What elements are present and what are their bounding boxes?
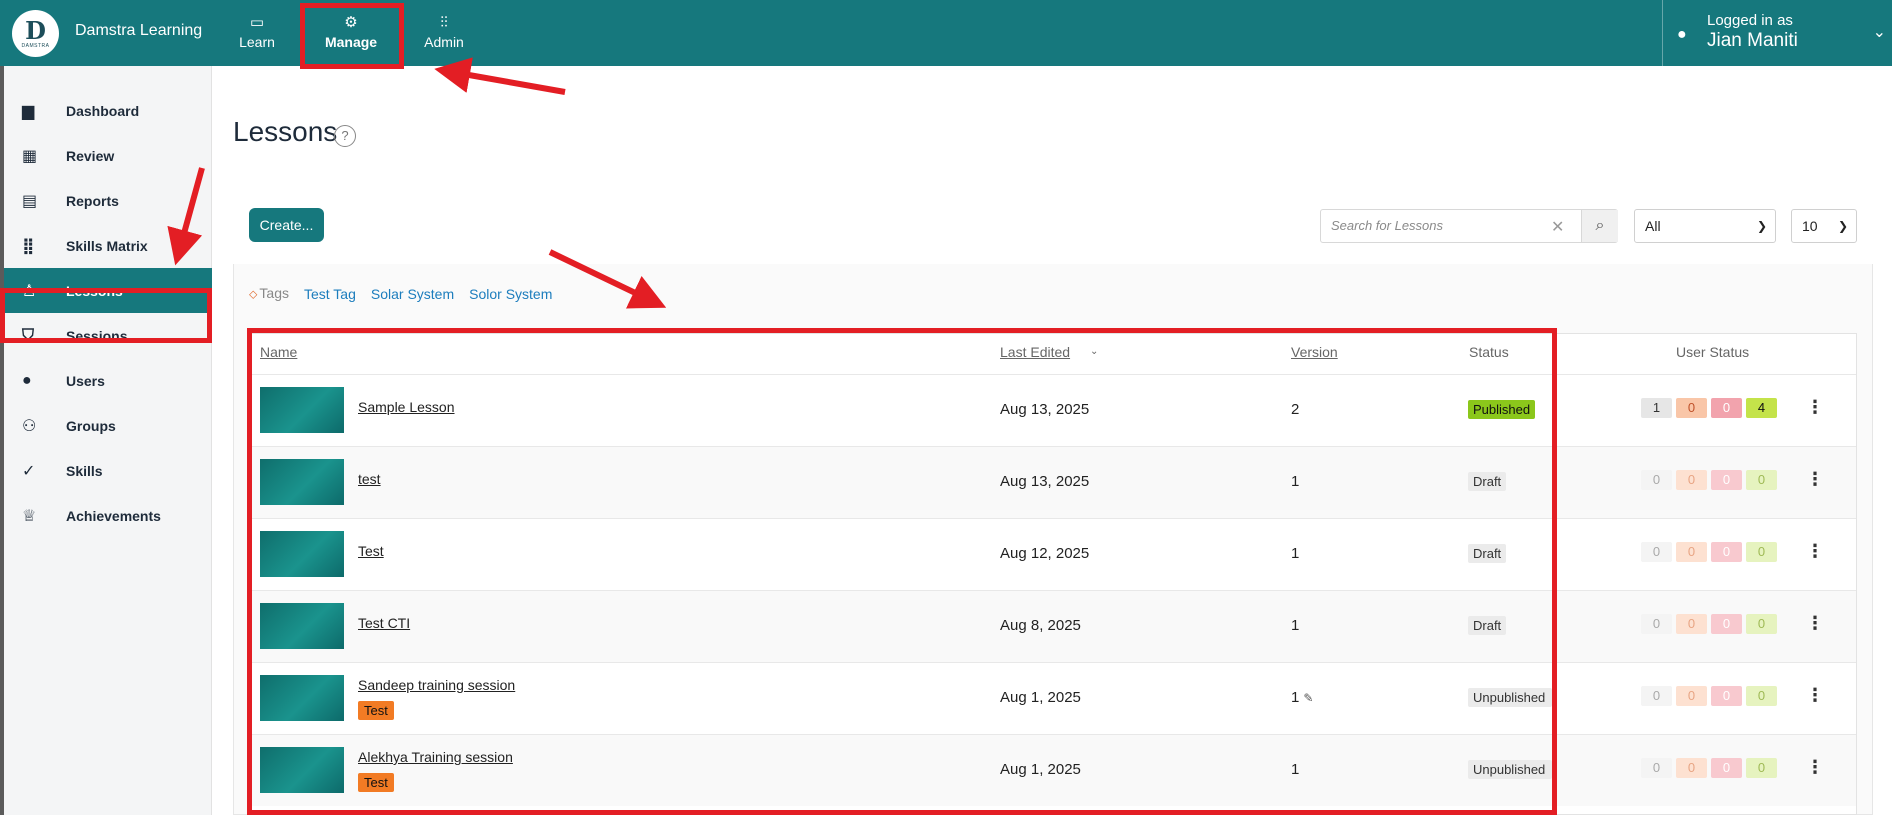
- annotation-arrows: [167, 57, 667, 309]
- arrow-to-manage: [434, 57, 566, 95]
- arrow-to-table: [548, 249, 667, 309]
- arrow-to-lessons: [167, 167, 205, 266]
